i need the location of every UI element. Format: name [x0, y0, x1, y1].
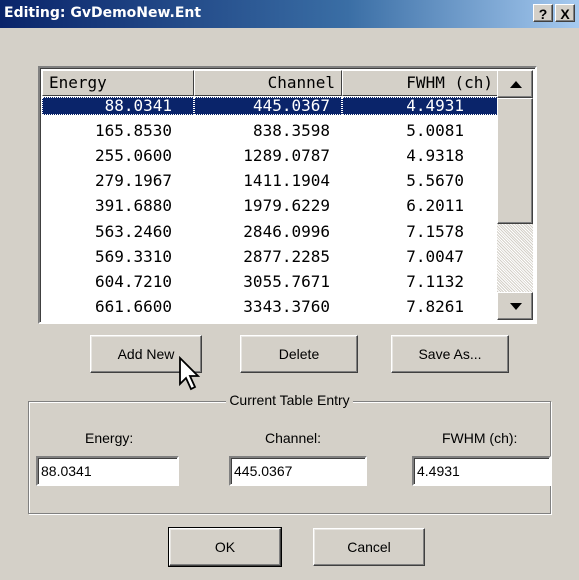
cell-energy: 604.7210 [94, 271, 172, 291]
table-row[interactable]: 661.6600 3343.3760 7.8261 [42, 296, 500, 316]
cell-channel: 838.3598 [252, 121, 330, 141]
vertical-scrollbar[interactable] [497, 70, 533, 320]
close-button[interactable]: X [555, 4, 575, 22]
scroll-thumb[interactable] [497, 98, 533, 224]
cell-energy: 569.3310 [94, 246, 172, 266]
cell-fwhm: 4.9318 [406, 146, 464, 166]
cell-channel: 1289.0787 [243, 146, 330, 166]
scroll-up-arrow-icon [510, 81, 522, 88]
table-row[interactable]: 88.0341 445.0367 4.4931 [42, 97, 500, 115]
energy-field[interactable]: 88.0341 [36, 456, 179, 486]
energy-label: Energy: [85, 430, 134, 446]
cell-channel: 3055.7671 [243, 271, 330, 291]
cell-energy: 563.2460 [94, 221, 172, 241]
table-row[interactable]: 563.2460 2846.0996 7.1578 [42, 221, 500, 241]
cancel-button[interactable]: Cancel [313, 528, 425, 566]
cell-energy: 165.8530 [94, 121, 172, 141]
cell-channel: 3343.3760 [243, 296, 330, 316]
ok-button[interactable]: OK [168, 527, 282, 567]
scroll-down-arrow-icon [510, 303, 522, 310]
save-as-button[interactable]: Save As... [391, 335, 509, 373]
table-row[interactable]: 165.8530 838.3598 5.0081 [42, 122, 500, 140]
column-header-fwhm[interactable]: FWHM (ch) [342, 70, 500, 96]
cell-energy: 661.6600 [94, 296, 172, 316]
table-row[interactable]: 255.0600 1289.0787 4.9318 [42, 147, 500, 165]
fwhm-field[interactable]: 4.4931 [412, 456, 551, 486]
cell-fwhm: 6.2011 [406, 196, 464, 216]
scroll-up-button[interactable] [497, 70, 533, 98]
cell-fwhm: 7.8261 [406, 296, 464, 316]
entries-listbox[interactable]: Energy Channel FWHM (ch) 88.0341 445.0367… [38, 66, 537, 324]
cell-energy: 88.0341 [42, 97, 194, 115]
column-header-channel[interactable]: Channel [194, 70, 342, 96]
cell-energy: 391.6880 [94, 196, 172, 216]
mouse-pointer-icon [179, 356, 201, 391]
cell-channel: 1411.1904 [243, 171, 330, 191]
table-row[interactable]: 569.3310 2877.2285 7.0047 [42, 246, 500, 266]
cell-fwhm: 5.0081 [406, 121, 464, 141]
title-bar: Editing: GvDemoNew.Ent ? X [0, 0, 579, 28]
cell-channel: 2846.0996 [243, 221, 330, 241]
channel-label: Channel: [265, 430, 322, 446]
cell-channel: 1979.6229 [243, 196, 330, 216]
cell-fwhm: 7.0047 [406, 246, 464, 266]
cell-channel: 445.0367 [194, 97, 342, 115]
cell-fwhm: 4.4931 [342, 97, 500, 115]
window-title: Editing: GvDemoNew.Ent [4, 5, 202, 21]
delete-button[interactable]: Delete [240, 335, 358, 373]
cell-fwhm: 7.1578 [406, 221, 464, 241]
cell-fwhm: 7.1132 [406, 271, 464, 291]
current-entry-legend: Current Table Entry [226, 392, 353, 408]
cell-energy: 279.1967 [94, 171, 172, 191]
table-row[interactable]: 604.7210 3055.7671 7.1132 [42, 271, 500, 291]
channel-field[interactable]: 445.0367 [229, 456, 367, 486]
cell-energy: 255.0600 [94, 146, 172, 166]
help-button[interactable]: ? [533, 4, 553, 22]
help-icon: ? [538, 6, 548, 22]
fwhm-label: FWHM (ch): [442, 430, 518, 446]
table-row[interactable]: 279.1967 1411.1904 5.5670 [42, 172, 500, 190]
column-header-energy[interactable]: Energy [42, 70, 194, 96]
scroll-down-button[interactable] [497, 292, 533, 320]
cell-channel: 2877.2285 [243, 246, 330, 266]
table-row[interactable]: 391.6880 1979.6229 6.2011 [42, 197, 500, 215]
close-icon: X [560, 6, 570, 22]
cell-fwhm: 5.5670 [406, 171, 464, 191]
